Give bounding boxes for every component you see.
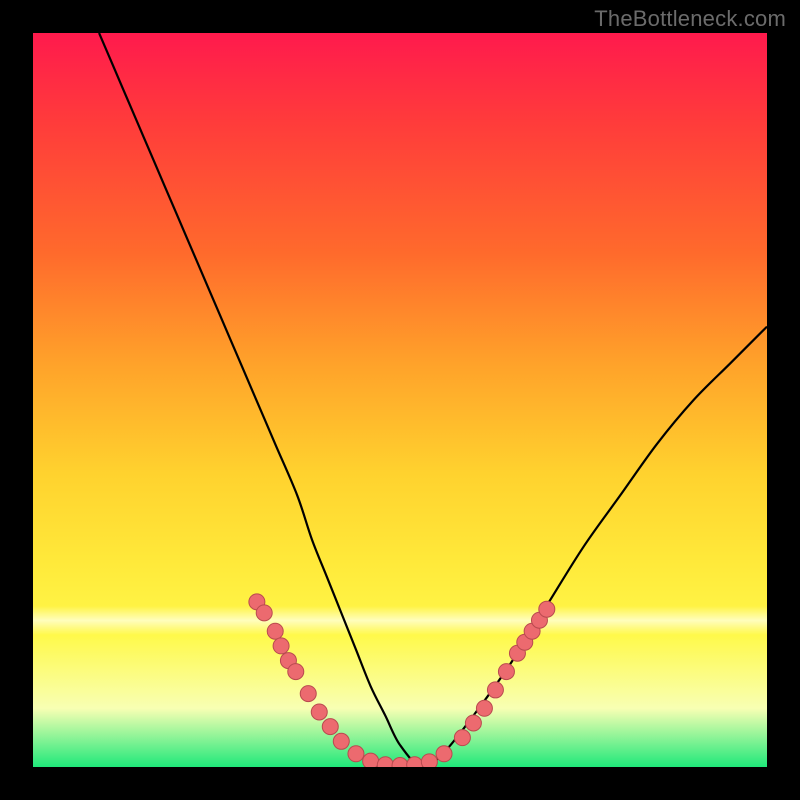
data-marker xyxy=(288,664,304,680)
data-marker xyxy=(333,733,349,749)
data-marker xyxy=(256,605,272,621)
data-marker xyxy=(421,754,437,767)
data-marker xyxy=(392,758,408,767)
bottleneck-curve xyxy=(33,33,767,767)
data-marker xyxy=(273,638,289,654)
data-marker xyxy=(363,753,379,767)
data-marker xyxy=(465,715,481,731)
data-marker xyxy=(498,664,514,680)
data-marker xyxy=(436,746,452,762)
data-marker xyxy=(311,704,327,720)
data-marker xyxy=(300,686,316,702)
data-marker xyxy=(322,719,338,735)
watermark-text: TheBottleneck.com xyxy=(594,6,786,32)
plot-area xyxy=(33,33,767,767)
data-marker xyxy=(539,601,555,617)
data-marker xyxy=(377,757,393,767)
data-marker xyxy=(476,700,492,716)
data-marker xyxy=(348,746,364,762)
chart-frame: TheBottleneck.com xyxy=(0,0,800,800)
data-marker xyxy=(487,682,503,698)
data-marker xyxy=(454,730,470,746)
data-marker xyxy=(267,623,283,639)
